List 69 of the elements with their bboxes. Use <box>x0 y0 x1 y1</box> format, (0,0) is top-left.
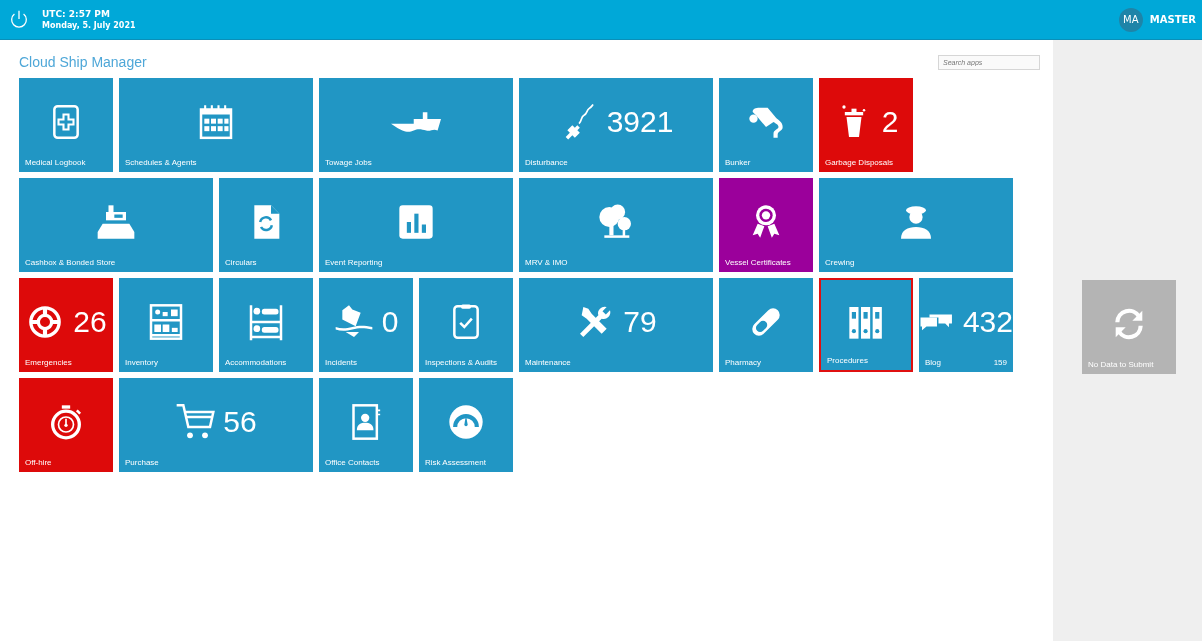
app-tile[interactable]: 79 Maintenance <box>519 278 713 372</box>
tile-label: Risk Assessment <box>425 458 486 467</box>
tile-label: Office Contacts <box>325 458 380 467</box>
app-tile[interactable]: 3921 Disturbance <box>519 78 713 172</box>
tile-label: Accommodations <box>225 358 287 367</box>
cash-register-icon <box>96 202 136 242</box>
tile-subcount: 159 <box>993 358 1007 367</box>
tile-count: 79 <box>623 305 657 339</box>
tile-label: Disturbance <box>525 158 568 167</box>
bar-chart-icon <box>396 202 436 242</box>
app-tile[interactable]: Circulars <box>219 178 313 272</box>
app-tile[interactable]: Towage Jobs <box>319 78 513 172</box>
app-tile[interactable]: Accommodations <box>219 278 313 372</box>
tile-label: Emergencies <box>25 358 72 367</box>
ship-icon <box>391 110 441 134</box>
app-tile[interactable]: Vessel Certificates <box>719 178 813 272</box>
app-tile[interactable]: Inspections & Audits <box>419 278 513 372</box>
app-tile[interactable]: Procedures <box>819 278 913 372</box>
tile-label: Inspections & Audits <box>425 358 498 367</box>
app-tile[interactable]: Inventory <box>119 278 213 372</box>
app-tile[interactable]: Off-hire <box>19 378 113 472</box>
tile-label: Blog <box>925 358 941 367</box>
user-avatar[interactable]: MA <box>1118 7 1143 32</box>
tile-label: Pharmacy <box>725 358 761 367</box>
tile-count: 26 <box>73 305 107 339</box>
tile-label: Bunker <box>725 158 751 167</box>
date: Monday, 5. July 2021 <box>42 19 136 31</box>
tile-label: Garbage Disposals <box>825 158 894 167</box>
app-tile[interactable]: Event Reporting <box>319 178 513 272</box>
app-tile[interactable]: Cashbox & Bonded Store <box>19 178 213 272</box>
tile-label: MRV & IMO <box>525 258 568 267</box>
tile-label: Procedures <box>827 356 868 365</box>
tile-label: Cashbox & Bonded Store <box>25 258 116 267</box>
gauge-icon <box>446 402 486 442</box>
tile-count: 56 <box>223 405 257 439</box>
tile-label: Towage Jobs <box>325 158 372 167</box>
utc-time: UTC: 2:57 PM <box>42 8 111 20</box>
app-tile[interactable]: Bunker <box>719 78 813 172</box>
app-tile[interactable]: Medical Logbook <box>19 78 113 172</box>
app-tile[interactable]: Crewing <box>819 178 1013 272</box>
tile-label: Crewing <box>825 258 855 267</box>
tile-count: 432 <box>962 305 1013 339</box>
tile-label: Circulars <box>225 258 257 267</box>
tile-label: Purchase <box>125 458 159 467</box>
app-tile[interactable]: Schedules & Agents <box>119 78 313 172</box>
app-tile[interactable]: Office Contacts <box>319 378 413 472</box>
app-tile[interactable]: Risk Assessment <box>419 378 513 472</box>
tile-count: 0 <box>381 305 399 339</box>
user-name[interactable]: MASTER <box>1149 14 1196 25</box>
tile-label: Vessel Certificates <box>725 258 791 267</box>
power-icon[interactable] <box>8 8 30 31</box>
app-title: Cloud Ship Manager <box>19 54 147 70</box>
tile-count: 3921 <box>606 105 674 139</box>
app-tile[interactable]: 56 Purchase <box>119 378 313 472</box>
app-tile[interactable]: 26 Emergencies <box>19 278 113 372</box>
tile-label: Schedules & Agents <box>125 158 197 167</box>
app-tile[interactable]: 2 Garbage Disposals <box>819 78 913 172</box>
app-tile[interactable]: 432 Blog 159 <box>919 278 1013 372</box>
tile-label: Maintenance <box>525 358 571 367</box>
tile-label: No Data to Submit <box>1087 360 1155 371</box>
tile-label: Inventory <box>125 358 158 367</box>
tile-count: 2 <box>881 105 899 139</box>
app-tile[interactable]: Pharmacy <box>719 278 813 372</box>
app-tile[interactable]: 0 Incidents <box>319 278 413 372</box>
tile-label: Off-hire <box>25 458 52 467</box>
tile-label: Event Reporting <box>325 258 383 267</box>
tile-label: Incidents <box>325 358 358 367</box>
app-tile[interactable]: MRV & IMO <box>519 178 713 272</box>
tile-label: Medical Logbook <box>25 158 86 167</box>
